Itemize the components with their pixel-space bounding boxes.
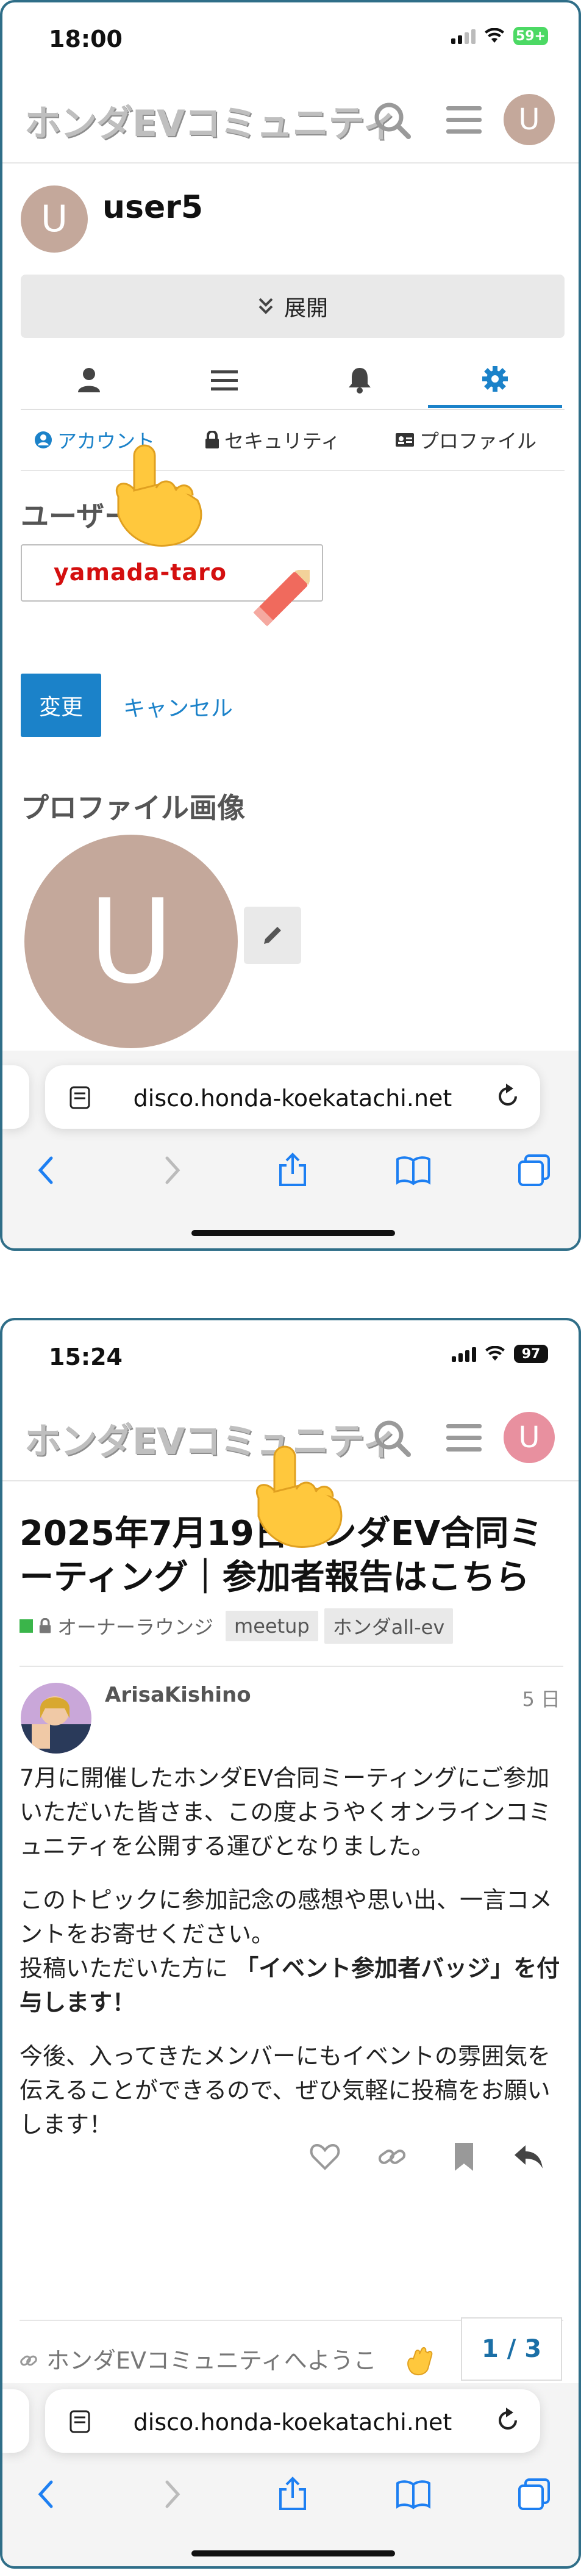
back-icon[interactable] xyxy=(29,1152,66,1189)
topic-divider xyxy=(20,1666,563,1667)
previous-tab-pill[interactable] xyxy=(2,2389,29,2453)
post-body: 7月に開催したホンダEV合同ミーティングにご参加いただいた皆さま、この度ようやく… xyxy=(20,1761,568,2161)
post-text: このトピックに参加記念の感想や思い出、一言コメントをお寄せください。 xyxy=(20,1887,553,1948)
subtab-profile[interactable]: プロファイル xyxy=(395,426,536,454)
subtab-security-label: セキュリティ xyxy=(224,430,341,453)
profile-image-avatar: U xyxy=(24,835,238,1048)
lock-icon xyxy=(39,1618,51,1633)
status-time: 18:00 xyxy=(49,26,123,52)
address-bar[interactable]: disco.honda-koekatachi.net xyxy=(45,1065,540,1129)
address-url: disco.honda-koekatachi.net xyxy=(133,2409,452,2436)
profile-username: user5 xyxy=(102,189,204,226)
username-input-value: yamada-taro xyxy=(54,559,227,586)
wifi-icon xyxy=(484,28,504,43)
pencil-icon xyxy=(264,927,281,944)
user-avatar[interactable]: U xyxy=(504,1412,555,1463)
phone-screen-topic: 15:24 97 ホンダEVコミュニティ U 2025年7月19日ホンダEV合同… xyxy=(0,1318,581,2569)
forward-icon[interactable] xyxy=(152,1152,189,1189)
reload-icon[interactable] xyxy=(494,1082,522,1110)
address-url: disco.honda-koekatachi.net xyxy=(133,1085,452,1112)
tabs-icon[interactable] xyxy=(516,2476,552,2513)
post-paragraph: 今後、入ってきたメンバーにもイベントの雰囲気を伝えることができるので、ぜひ気軽に… xyxy=(20,2043,551,2138)
tab-activity[interactable] xyxy=(157,353,291,408)
home-indicator xyxy=(191,1230,395,1236)
post-text: 投稿いただいた方に xyxy=(20,1955,236,1982)
id-card-icon xyxy=(396,433,414,447)
linked-topic-link[interactable]: ホンダEVコミュニティへようこ xyxy=(46,2342,377,2375)
post-paragraph: このトピックに参加記念の感想や思い出、一言コメントをお寄せください。 投稿いただ… xyxy=(20,1883,568,2020)
phone-screen-settings: 18:00 59+ ホンダEVコミュニティ U U user5 展開 アカウント… xyxy=(0,0,581,1251)
address-bar[interactable]: disco.honda-koekatachi.net xyxy=(45,2389,540,2453)
change-button[interactable]: 変更 xyxy=(21,674,101,737)
post-date[interactable]: 5 日 xyxy=(522,1684,560,1712)
post-author-name[interactable]: ArisaKishino xyxy=(105,1683,251,1707)
pointing-hand-icon xyxy=(255,1445,343,1548)
profile-image-label: プロファイル画像 xyxy=(21,791,245,824)
user-circle-icon xyxy=(35,431,52,448)
edit-profile-image-button[interactable] xyxy=(244,907,301,964)
category-color-badge xyxy=(20,1619,33,1633)
tag-meetup[interactable]: meetup xyxy=(226,1611,318,1641)
tab-summary[interactable] xyxy=(22,353,156,408)
tab-preferences[interactable] xyxy=(428,353,562,408)
author-avatar[interactable] xyxy=(20,1682,93,1755)
list-icon xyxy=(211,370,238,390)
cancel-link[interactable]: キャンセル xyxy=(123,691,233,722)
category-link[interactable]: オーナーラウンジ xyxy=(57,1612,213,1640)
expand-button[interactable]: 展開 xyxy=(21,275,565,338)
wifi-icon xyxy=(485,1346,505,1361)
post-paragraph: 7月に開催したホンダEV合同ミーティングにご参加いただいた皆さま、この度ようやく… xyxy=(20,1765,552,1860)
profile-nav-tabs xyxy=(21,353,565,410)
status-bar: 15:24 97 xyxy=(2,1320,579,1394)
header-divider xyxy=(2,162,579,164)
subtab-profile-label: プロファイル xyxy=(419,430,537,453)
heart-icon[interactable] xyxy=(308,2135,341,2178)
link-icon[interactable] xyxy=(376,2135,408,2178)
tab-notifications[interactable] xyxy=(293,353,427,408)
topic-meta: オーナーラウンジ meetup ホンダall-ev xyxy=(20,1608,454,1644)
bookmarks-icon[interactable] xyxy=(395,1152,432,1189)
battery-indicator: 97 xyxy=(514,1345,548,1363)
status-time: 15:24 xyxy=(49,1344,123,1370)
browser-toolbar xyxy=(2,1140,579,1201)
signal-icon xyxy=(452,1346,476,1362)
forward-icon[interactable] xyxy=(152,2476,189,2513)
pencil-icon xyxy=(253,570,310,627)
home-indicator xyxy=(191,2550,395,2556)
double-chevron-down-icon xyxy=(258,298,273,314)
previous-tab-pill[interactable] xyxy=(2,1065,29,1129)
user-icon xyxy=(78,368,100,392)
bell-icon xyxy=(349,368,371,394)
subtab-security[interactable]: セキュリティ xyxy=(205,426,340,454)
expand-label: 展開 xyxy=(283,296,328,321)
bookmarks-icon[interactable] xyxy=(395,2476,432,2513)
signal-icon xyxy=(451,28,476,44)
reply-icon[interactable] xyxy=(512,2135,545,2178)
search-icon[interactable] xyxy=(371,99,413,142)
user-avatar[interactable]: U xyxy=(504,94,555,145)
status-bar: 18:00 59+ xyxy=(2,2,579,76)
site-logo[interactable]: ホンダEVコミュニティ xyxy=(24,94,399,147)
share-icon[interactable] xyxy=(274,1152,311,1189)
browser-toolbar xyxy=(2,2464,579,2525)
back-icon[interactable] xyxy=(29,2476,66,2513)
site-header: ホンダEVコミュニティ U xyxy=(2,76,579,161)
link-icon xyxy=(20,2355,37,2366)
share-icon[interactable] xyxy=(274,2476,311,2513)
reload-icon[interactable] xyxy=(494,2406,522,2434)
menu-icon[interactable] xyxy=(443,1417,485,1459)
pointing-hand-icon xyxy=(115,444,202,547)
bookmark-icon[interactable] xyxy=(447,2135,480,2178)
battery-indicator: 59+ xyxy=(513,27,548,45)
waving-hand-icon xyxy=(407,2347,433,2375)
gear-icon xyxy=(482,366,508,392)
search-icon[interactable] xyxy=(371,1417,413,1459)
menu-icon[interactable] xyxy=(443,99,485,142)
tabs-icon[interactable] xyxy=(516,1152,552,1189)
profile-avatar: U xyxy=(21,185,88,253)
post-position-indicator[interactable]: 1 / 3 xyxy=(461,2317,562,2381)
tag-honda-all-ev[interactable]: ホンダall-ev xyxy=(324,1608,454,1644)
